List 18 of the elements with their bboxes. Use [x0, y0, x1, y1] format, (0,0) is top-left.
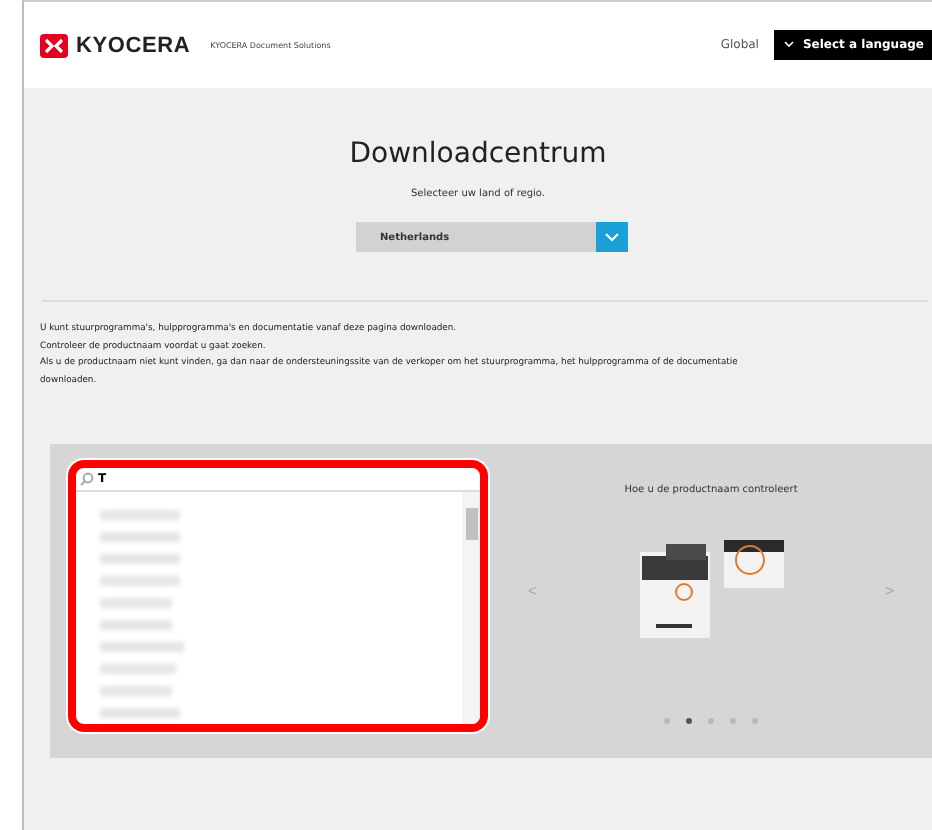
dropdown-icon: [596, 222, 628, 252]
logo-icon: [40, 33, 68, 57]
blurred-list-item[interactable]: [100, 598, 172, 608]
blurred-list-item[interactable]: [100, 576, 180, 586]
carousel-dot[interactable]: [686, 718, 692, 724]
brand-name: KYOCERA: [76, 33, 191, 57]
search-icon: [80, 472, 94, 486]
blurred-list-item[interactable]: [100, 686, 172, 696]
blurred-list-item[interactable]: [100, 664, 176, 674]
blurred-list-item[interactable]: [100, 510, 180, 520]
blurred-list-item[interactable]: [100, 532, 180, 542]
blurred-list-item[interactable]: [100, 554, 180, 564]
chevron-down-icon: [784, 40, 795, 48]
blurred-list-item[interactable]: [100, 708, 180, 718]
blurred-list-item[interactable]: [100, 620, 172, 630]
blurred-list-item[interactable]: [100, 642, 184, 652]
page-title: Downloadcentrum: [349, 138, 607, 170]
scrollbar[interactable]: [462, 492, 480, 724]
